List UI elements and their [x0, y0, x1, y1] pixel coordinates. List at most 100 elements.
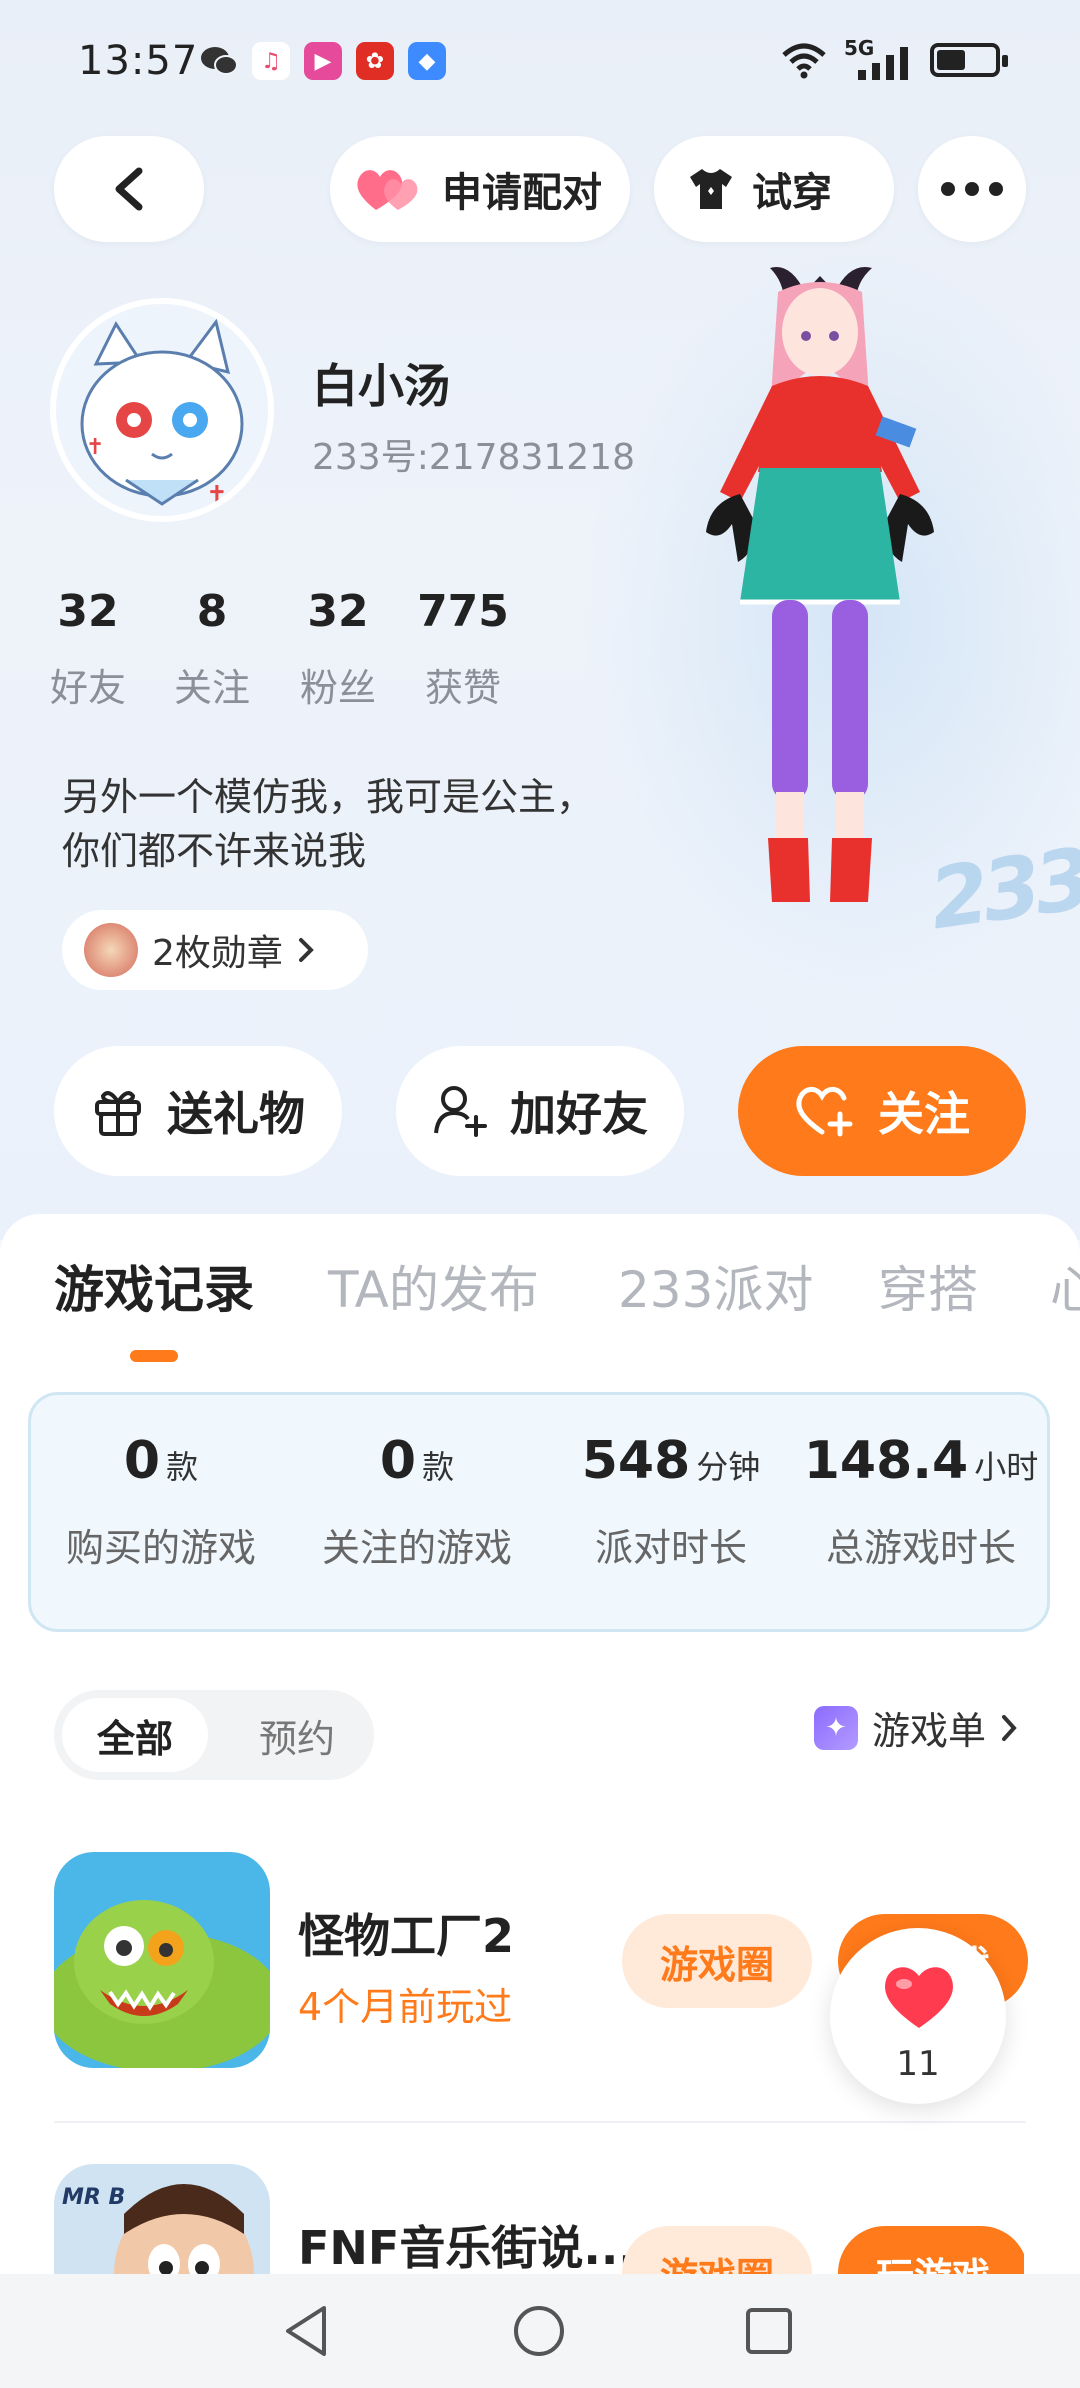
medal-icon — [84, 923, 138, 977]
apply-pair-label: 申请配对 — [442, 170, 602, 216]
stat-purchased-games[interactable]: 0款 购买的游戏 — [51, 1431, 271, 1572]
like-count: 11 — [896, 2044, 940, 2084]
platform-233-logo: 233 — [923, 829, 1080, 949]
heart-plus-icon — [796, 1087, 853, 1137]
profile-bio: 另外一个模仿我，我可是公主， 你们都不许来说我 — [62, 770, 662, 878]
chevron-right-icon — [298, 938, 314, 962]
game-title: FNF音乐街说... — [298, 2221, 636, 2274]
bio-line: 你们都不许来说我 — [62, 829, 367, 873]
stat-friends[interactable]: 32 好友 — [28, 586, 148, 712]
game-icon[interactable] — [54, 1852, 270, 2068]
chevron-left-icon — [115, 167, 143, 211]
filter-all[interactable]: 全部 — [62, 1698, 208, 1772]
tab-more[interactable]: 心 — [1050, 1250, 1080, 1322]
apply-pair-button[interactable]: 申请配对 — [330, 136, 630, 242]
filter-reserve[interactable]: 预约 — [232, 1698, 362, 1772]
back-button[interactable] — [54, 136, 204, 242]
stat-label: 关注 — [173, 666, 250, 710]
stat-unit: 分钟 — [696, 1448, 761, 1486]
appstore-icon: ◆ — [408, 42, 446, 80]
stat-value: 32 — [307, 586, 369, 637]
stat-label: 好友 — [49, 666, 126, 710]
stat-value: 548 — [581, 1431, 691, 1491]
game-title: 怪物工厂2 — [298, 1909, 515, 1963]
stat-label: 粉丝 — [299, 666, 376, 710]
stat-unit: 款 — [422, 1448, 455, 1486]
tab-posts[interactable]: TA的发布 — [328, 1250, 539, 1322]
game-list-link[interactable]: ✦ 游戏单 — [813, 1700, 1018, 1755]
try-on-label: 试穿 — [752, 170, 832, 216]
stat-following[interactable]: 8 关注 — [152, 586, 272, 712]
battery-icon — [930, 43, 1008, 77]
system-icons: 5G — [780, 36, 1008, 80]
send-gift-button[interactable]: 送礼物 — [54, 1046, 342, 1176]
heart-icon — [885, 1967, 953, 2028]
profile-tabs: 游戏记录 TA的发布 233派对 穿搭 心 — [0, 1250, 1080, 1330]
game-list-label: 游戏单 — [871, 1709, 986, 1753]
shirt-icon — [690, 169, 732, 209]
pinduoduo-icon: ✿ — [356, 42, 394, 80]
more-icon — [941, 182, 1003, 196]
list-divider — [54, 2121, 1026, 2123]
tab-indicator — [130, 1350, 178, 1362]
add-user-icon — [434, 1086, 487, 1137]
stat-value: 0 — [379, 1431, 417, 1491]
medals-label: 2枚勋章 — [152, 933, 283, 974]
recents-nav-icon[interactable] — [744, 2306, 794, 2356]
send-gift-label: 送礼物 — [167, 1087, 305, 1141]
try-on-button[interactable]: 试穿 — [654, 136, 894, 242]
game-circle-button[interactable]: 游戏圈 — [622, 1914, 812, 2008]
add-friend-button[interactable]: 加好友 — [396, 1046, 684, 1176]
stat-unit: 小时 — [974, 1448, 1039, 1486]
stat-value: 0 — [123, 1431, 161, 1491]
medals-button[interactable]: 2枚勋章 — [62, 910, 368, 990]
signal-icon: 5G — [844, 36, 914, 80]
wechat-icon — [200, 42, 238, 80]
chevron-right-icon — [1002, 1714, 1017, 1741]
stat-label: 关注的游戏 — [321, 1526, 512, 1570]
play-game-button[interactable]: 玩游戏 — [838, 2226, 1024, 2274]
tab-outfits[interactable]: 穿搭 — [878, 1250, 978, 1322]
stat-label: 购买的游戏 — [65, 1526, 256, 1570]
stat-likes[interactable]: 775 获赞 — [403, 586, 523, 712]
status-bar: 13:57 ♫ ▶ ✿ ◆ 5G — [0, 0, 1080, 130]
svg-text:MR B: MR B — [62, 2185, 125, 2210]
stat-value: 8 — [196, 586, 228, 637]
follow-button[interactable]: 关注 — [738, 1046, 1026, 1176]
tab-party[interactable]: 233派对 — [618, 1250, 813, 1322]
stat-value: 148.4 — [803, 1431, 969, 1491]
stat-total-playtime[interactable]: 148.4 小时 总游戏时长 — [801, 1431, 1041, 1572]
game-stats-card: 0款 购买的游戏 0款 关注的游戏 548 分钟 派对时长 148.4 小时 总游戏… — [28, 1392, 1050, 1632]
game-icon[interactable]: MR B — [54, 2164, 270, 2274]
notification-icons: ♫ ▶ ✿ ◆ — [200, 42, 446, 80]
stat-value: 775 — [417, 586, 509, 637]
back-nav-icon[interactable] — [282, 2304, 330, 2358]
game-circle-button[interactable]: 游戏圈 — [622, 2226, 812, 2274]
stat-label: 获赞 — [424, 666, 501, 710]
avatar[interactable]: ✝ ✝ — [50, 298, 274, 522]
follow-label: 关注 — [878, 1087, 970, 1141]
stat-value: 32 — [57, 586, 119, 637]
game-filter-segment: 全部 预约 — [54, 1690, 374, 1780]
music-icon: ♫ — [252, 42, 290, 80]
bio-line: 另外一个模仿我，我可是公主， — [62, 775, 595, 819]
stat-label: 派对时长 — [594, 1526, 747, 1570]
game-row[interactable]: MR B FNF音乐街说... 游戏圈 玩游戏 — [54, 2164, 1024, 2274]
stat-party-time[interactable]: 548 分钟 派对时长 — [561, 1431, 781, 1572]
video-icon: ▶ — [304, 42, 342, 80]
stat-followed-games[interactable]: 0款 关注的游戏 — [307, 1431, 527, 1572]
stat-fans[interactable]: 32 粉丝 — [278, 586, 398, 712]
profile-uid[interactable]: 233号:217831218 — [312, 428, 635, 480]
heart-pair-icon — [357, 170, 418, 210]
stat-unit: 款 — [166, 1448, 199, 1486]
home-nav-icon[interactable] — [512, 2304, 566, 2358]
stat-label: 总游戏时长 — [825, 1526, 1016, 1570]
profile-name: 白小汤 — [312, 359, 450, 413]
tab-game-records[interactable]: 游戏记录 — [54, 1250, 254, 1322]
status-time: 13:57 — [78, 38, 199, 84]
more-button[interactable] — [918, 136, 1026, 242]
like-fab-button[interactable]: 11 — [830, 1928, 1006, 2104]
gift-icon — [95, 1091, 141, 1136]
system-nav-bar — [0, 2274, 1080, 2388]
wifi-icon — [782, 43, 826, 79]
